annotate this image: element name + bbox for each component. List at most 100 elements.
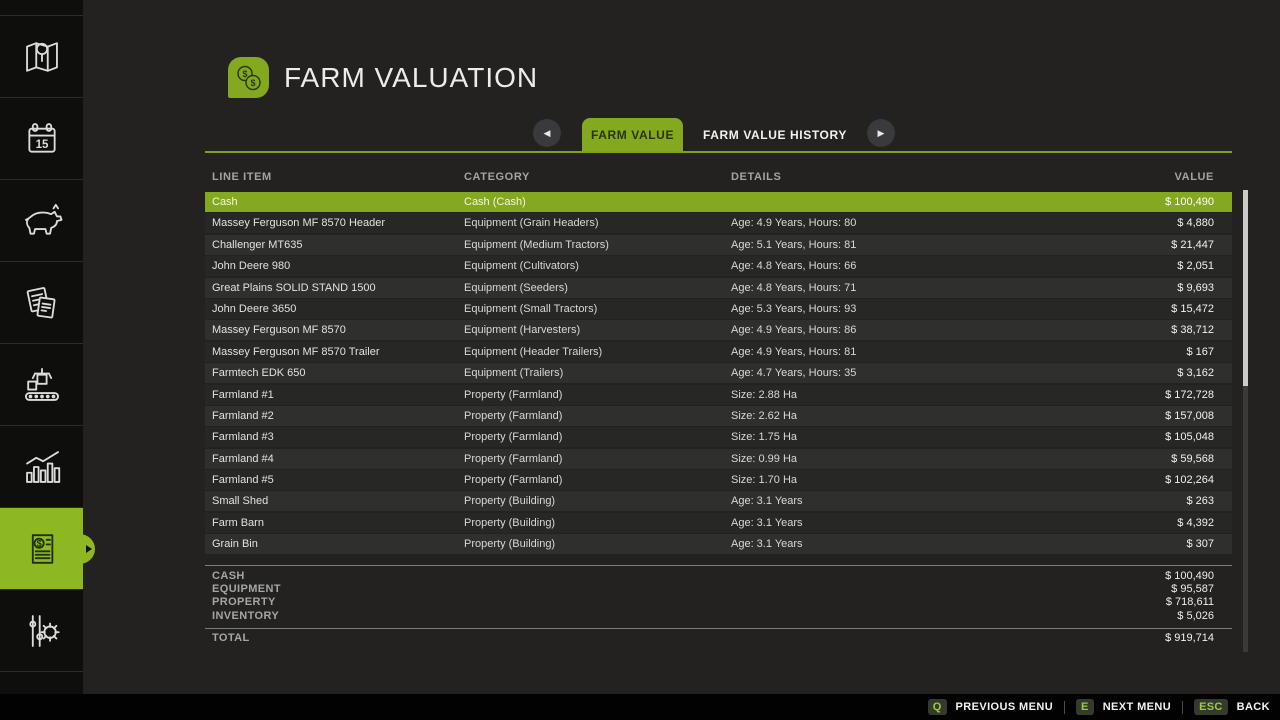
shortcut[interactable]: ESC BACK: [1171, 699, 1270, 715]
cell-category: Property (Farmland): [464, 389, 731, 401]
cell-details: Size: 0.99 Ha: [731, 453, 1023, 465]
statistics-icon: [19, 444, 65, 490]
summary-row: INVENTORY $ 5,026: [205, 609, 1232, 622]
svg-text:$: $: [36, 538, 41, 548]
total-value: $ 919,714: [1165, 632, 1232, 644]
summary-value: $ 100,490: [1165, 570, 1232, 582]
tab-underline: [205, 151, 1232, 153]
tab-prev-button[interactable]: ◀: [533, 119, 561, 147]
table-scrollbar[interactable]: [1243, 190, 1248, 652]
tab-next-button[interactable]: ▶: [867, 119, 895, 147]
summary-section: CASH $ 100,490 EQUIPMENT $ 95,587 PROPER…: [205, 569, 1232, 623]
table-row[interactable]: Small Shed Property (Building) Age: 3.1 …: [205, 491, 1232, 511]
cell-line-item: Farmland #4: [205, 453, 464, 465]
cell-category: Equipment (Seeders): [464, 282, 731, 294]
summary-value: $ 95,587: [1171, 583, 1232, 595]
cell-category: Property (Farmland): [464, 453, 731, 465]
table-row[interactable]: Farm Barn Property (Building) Age: 3.1 Y…: [205, 513, 1232, 533]
cell-category: Cash (Cash): [464, 196, 731, 208]
table-row[interactable]: Farmland #3 Property (Farmland) Size: 1.…: [205, 427, 1232, 447]
table-row[interactable]: John Deere 980 Equipment (Cultivators) A…: [205, 256, 1232, 276]
farm-valuation-badge: $ $: [228, 57, 269, 98]
table-row[interactable]: Farmtech EDK 650 Equipment (Trailers) Ag…: [205, 363, 1232, 383]
column-header-details: DETAILS: [731, 171, 1023, 183]
sidebar-item-calendar[interactable]: 15: [0, 98, 83, 180]
table-row[interactable]: Farmland #4 Property (Farmland) Size: 0.…: [205, 449, 1232, 469]
table-row[interactable]: Challenger MT635 Equipment (Medium Tract…: [205, 235, 1232, 255]
cell-category: Equipment (Cultivators): [464, 260, 731, 272]
summary-row: EQUIPMENT $ 95,587: [205, 582, 1232, 595]
cell-line-item: Farm Barn: [205, 517, 464, 529]
cell-line-item: Farmtech EDK 650: [205, 367, 464, 379]
column-header-category: CATEGORY: [464, 171, 731, 183]
cell-line-item: Cash: [205, 196, 464, 208]
table-row[interactable]: Massey Ferguson MF 8570 Header Equipment…: [205, 213, 1232, 233]
cell-details: Age: 3.1 Years: [731, 495, 1023, 507]
cell-line-item: Farmland #1: [205, 389, 464, 401]
shortcut[interactable]: Q PREVIOUS MENU: [928, 699, 1053, 715]
sidebar-item-settings[interactable]: [0, 590, 83, 672]
valuation-table: Cash Cash (Cash) $ 100,490 Massey Fergus…: [205, 192, 1232, 556]
tab-farm-value[interactable]: FARM VALUE: [582, 118, 683, 152]
cell-value: $ 38,712: [1023, 324, 1232, 336]
cell-value: $ 100,490: [1023, 196, 1232, 208]
cell-category: Property (Farmland): [464, 431, 731, 443]
sidebar-item-statistics[interactable]: [0, 426, 83, 508]
cell-category: Equipment (Medium Tractors): [464, 239, 731, 251]
cell-details: Age: 4.7 Years, Hours: 35: [731, 367, 1023, 379]
sidebar-item-map[interactable]: [0, 16, 83, 98]
scrollbar-thumb[interactable]: [1243, 190, 1248, 386]
summary-label: PROPERTY: [205, 596, 276, 608]
coins-icon: $ $: [234, 63, 264, 93]
tab-farm-value-history[interactable]: FARM VALUE HISTORY: [703, 118, 847, 152]
total-row: TOTAL $ 919,714: [205, 631, 1232, 645]
table-row[interactable]: Great Plains SOLID STAND 1500 Equipment …: [205, 278, 1232, 298]
cell-value: $ 102,264: [1023, 474, 1232, 486]
calendar-icon: 15: [19, 116, 65, 162]
sidebar-item-production[interactable]: [0, 344, 83, 426]
table-row[interactable]: Farmland #5 Property (Farmland) Size: 1.…: [205, 470, 1232, 490]
table-row[interactable]: Cash Cash (Cash) $ 100,490: [205, 192, 1232, 212]
summary-label: INVENTORY: [205, 610, 279, 622]
calendar-day-label: 15: [35, 139, 48, 151]
table-row[interactable]: Farmland #2 Property (Farmland) Size: 2.…: [205, 406, 1232, 426]
shortcut-key: Q: [928, 699, 947, 715]
arrow-left-icon: ◀: [544, 128, 551, 139]
cell-value: $ 3,162: [1023, 367, 1232, 379]
table-row[interactable]: Grain Bin Property (Building) Age: 3.1 Y…: [205, 534, 1232, 554]
cell-value: $ 263: [1023, 495, 1232, 507]
arrow-right-icon: ▶: [878, 128, 885, 139]
sidebar-item-animals[interactable]: [0, 180, 83, 262]
map-icon: [19, 34, 65, 80]
svg-text:$: $: [250, 78, 255, 88]
cell-details: Age: 3.1 Years: [731, 517, 1023, 529]
animals-icon: [19, 198, 65, 244]
total-label: TOTAL: [205, 632, 250, 644]
summary-row: PROPERTY $ 718,611: [205, 596, 1232, 609]
cell-line-item: Farmland #3: [205, 431, 464, 443]
summary-value: $ 718,611: [1166, 596, 1232, 608]
cell-details: Size: 2.62 Ha: [731, 410, 1023, 422]
shortcut-key: ESC: [1194, 699, 1228, 715]
table-row[interactable]: John Deere 3650 Equipment (Small Tractor…: [205, 299, 1232, 319]
sidebar-item-contracts[interactable]: [0, 262, 83, 344]
farm-valuation-screen: 15: [0, 0, 1280, 720]
table-row[interactable]: Massey Ferguson MF 8570 Trailer Equipmen…: [205, 342, 1232, 362]
shortcut[interactable]: E NEXT MENU: [1053, 699, 1171, 715]
summary-label: CASH: [205, 570, 245, 582]
cell-value: $ 21,447: [1023, 239, 1232, 251]
cell-line-item: Massey Ferguson MF 8570 Trailer: [205, 346, 464, 358]
cell-category: Equipment (Header Trailers): [464, 346, 731, 358]
sidebar-item-finances[interactable]: $: [0, 508, 83, 590]
cell-details: Size: 2.88 Ha: [731, 389, 1023, 401]
cell-details: Age: 5.1 Years, Hours: 81: [731, 239, 1023, 251]
table-row[interactable]: Farmland #1 Property (Farmland) Size: 2.…: [205, 385, 1232, 405]
cell-details: Age: 4.9 Years, Hours: 81: [731, 346, 1023, 358]
cell-line-item: Farmland #5: [205, 474, 464, 486]
total-divider: [205, 628, 1232, 629]
cell-details: Size: 1.75 Ha: [731, 431, 1023, 443]
cell-line-item: Grain Bin: [205, 538, 464, 550]
cell-category: Property (Building): [464, 495, 731, 507]
table-row[interactable]: Massey Ferguson MF 8570 Equipment (Harve…: [205, 320, 1232, 340]
cell-value: $ 4,880: [1023, 217, 1232, 229]
